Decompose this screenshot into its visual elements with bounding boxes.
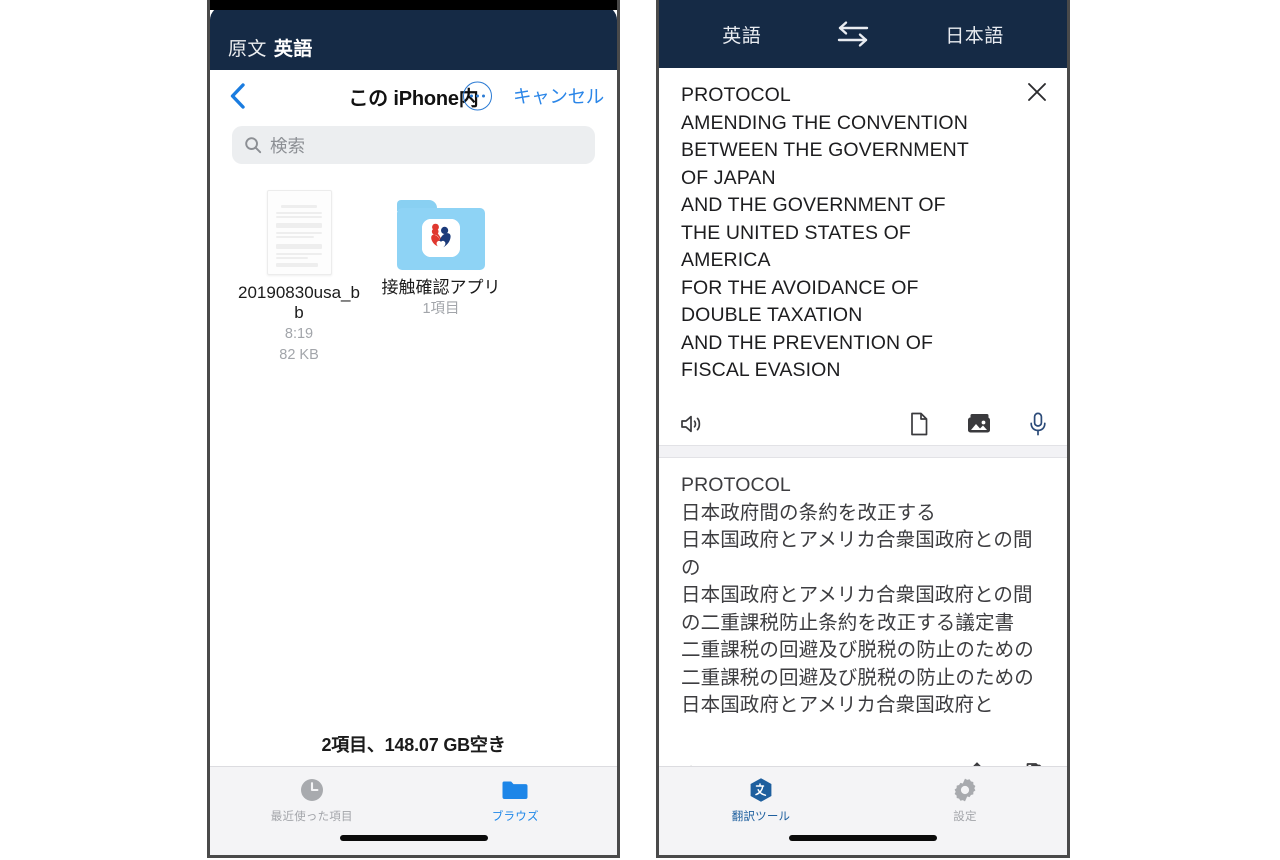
source-language-selector[interactable]: 英語 xyxy=(722,21,761,48)
search-placeholder: 検索 xyxy=(270,135,305,156)
storage-status: 2項目、148.07 GB空き xyxy=(321,735,506,755)
files-nav-bar: この iPhone内 キャンセル xyxy=(210,70,617,122)
tab-recents[interactable]: 最近使った項目 xyxy=(210,767,414,855)
tab-browse[interactable]: ブラウズ xyxy=(414,767,618,855)
tab-settings[interactable]: 設定 xyxy=(863,767,1067,855)
target-text: PROTOCOL 日本政府間の条約を改正する 日本国政府とアメリカ合衆国政府との… xyxy=(681,474,1034,716)
source-language-bar: 原文 英語 xyxy=(210,6,617,70)
clock-icon xyxy=(297,775,327,805)
translate-tool-icon xyxy=(746,775,776,805)
source-label: 原文 xyxy=(228,39,267,60)
file-size: 82 KB xyxy=(279,347,319,363)
tab-translation-tool-label: 翻訳ツール xyxy=(731,811,791,823)
files-tab-bar: 最近使った項目 ブラウズ xyxy=(210,766,617,855)
microphone-icon[interactable] xyxy=(1027,411,1049,437)
home-indicator[interactable] xyxy=(339,835,488,841)
file-item[interactable]: 20190830usa_bb 8:19 82 KB xyxy=(238,190,360,365)
target-text-fade xyxy=(659,729,1067,753)
gear-icon xyxy=(950,775,980,805)
file-name: 接触確認アプリ xyxy=(381,278,501,297)
tab-translation-tool[interactable]: 翻訳ツール xyxy=(659,767,863,855)
pane-divider xyxy=(659,445,1067,458)
source-pane-toolbar xyxy=(659,403,1067,445)
file-time: 8:19 xyxy=(284,326,314,342)
swap-arrows-icon[interactable] xyxy=(831,19,875,49)
translator-tab-bar: 翻訳ツール 設定 xyxy=(659,766,1067,855)
source-text-pane[interactable]: PROTOCOL AMENDING THE CONVENTION BETWEEN… xyxy=(659,68,1067,403)
home-indicator[interactable] xyxy=(789,835,937,841)
document-thumbnail-icon xyxy=(266,190,332,275)
ellipsis-circle-icon[interactable] xyxy=(463,81,492,111)
file-grid: 20190830usa_bb 8:19 82 KB 接触確認アプリ 1項目 xyxy=(210,164,617,365)
photos-icon[interactable] xyxy=(965,411,993,437)
target-language-selector[interactable]: 日本語 xyxy=(945,21,1004,48)
tab-browse-label: ブラウズ xyxy=(491,811,539,823)
chevron-left-icon xyxy=(229,82,246,110)
file-name: 20190830usa_bb xyxy=(238,283,360,322)
file-item[interactable]: 接触確認アプリ 1項目 xyxy=(380,190,502,365)
cancel-button[interactable]: キャンセル xyxy=(513,83,604,109)
back-button[interactable] xyxy=(226,81,248,111)
tab-settings-label: 設定 xyxy=(953,811,977,823)
left-phone-screenshot: 原文 英語 この iPhone内 キャンセル 検索 20190830usa_bb… xyxy=(207,0,620,858)
right-phone-screenshot: 英語 日本語 PROTOCOL AMENDING THE CONVENTION … xyxy=(656,0,1070,858)
folder-icon xyxy=(397,200,485,270)
search-input[interactable]: 検索 xyxy=(232,126,595,164)
folder-item-count: 1項目 xyxy=(422,301,460,317)
source-text: PROTOCOL AMENDING THE CONVENTION BETWEEN… xyxy=(681,84,969,381)
source-language-value: 英語 xyxy=(273,39,313,60)
target-text-pane[interactable]: PROTOCOL 日本政府間の条約を改正する 日本国政府とアメリカ合衆国政府との… xyxy=(659,458,1067,753)
document-icon[interactable] xyxy=(907,411,931,437)
translation-language-bar: 英語 日本語 xyxy=(659,0,1067,68)
cocoa-app-icon xyxy=(422,219,460,257)
close-icon[interactable] xyxy=(1025,80,1049,104)
source-language-bar-content: 原文 英語 xyxy=(228,34,313,61)
speaker-icon[interactable] xyxy=(679,412,705,436)
search-icon xyxy=(244,136,262,154)
folder-icon xyxy=(500,775,530,805)
search-bar-container: 検索 xyxy=(210,122,617,164)
status-bar-notch xyxy=(210,0,617,10)
tab-recents-label: 最近使った項目 xyxy=(270,811,353,823)
